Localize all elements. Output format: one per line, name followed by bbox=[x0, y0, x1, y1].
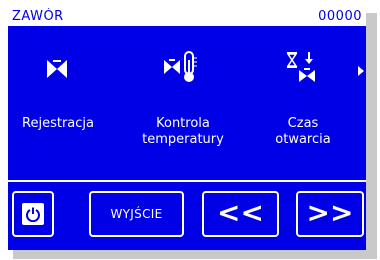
valve-icon bbox=[47, 60, 67, 78]
screen-title: ZAWÓR bbox=[12, 9, 64, 24]
power-button[interactable] bbox=[12, 191, 54, 237]
counter-value: 00000 bbox=[318, 9, 362, 24]
hourglass-valve-icon bbox=[287, 52, 315, 82]
menu-item-label: Czas otwarcia bbox=[275, 116, 331, 147]
next-button-label: >> bbox=[306, 195, 354, 229]
device-screen: ZAWÓR 00000 Rejestracja Kontrola tempera… bbox=[8, 8, 366, 250]
menu-item-label: Kontrola temperatury bbox=[142, 116, 224, 147]
power-icon bbox=[22, 203, 44, 225]
previous-button-label: << bbox=[217, 195, 264, 229]
previous-button[interactable]: << bbox=[202, 191, 279, 237]
exit-button[interactable]: WYJŚCIE bbox=[89, 191, 184, 237]
exit-button-label: WYJŚCIE bbox=[110, 207, 163, 221]
title-bar: ZAWÓR 00000 bbox=[8, 8, 366, 26]
menu-item-label: Rejestracja bbox=[22, 116, 94, 131]
valve-thermometer-icon bbox=[164, 51, 197, 82]
divider bbox=[8, 180, 366, 182]
next-button[interactable]: >> bbox=[296, 191, 364, 237]
arrow-right-icon[interactable] bbox=[358, 66, 364, 76]
